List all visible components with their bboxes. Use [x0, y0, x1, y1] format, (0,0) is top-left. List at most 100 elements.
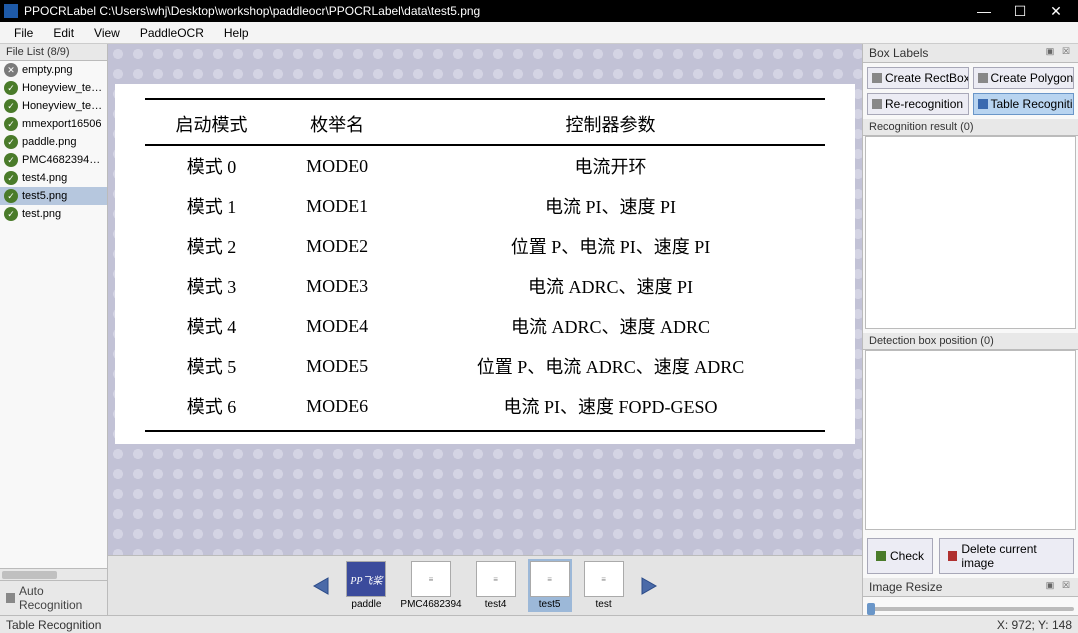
polygon-icon — [978, 73, 988, 83]
detection-position-header: Detection box position (0) — [863, 333, 1078, 350]
close-resize-icon[interactable]: ☒ — [1060, 580, 1072, 592]
file-item[interactable]: ✓ Honeyview_test3. — [0, 97, 107, 115]
next-arrow-icon[interactable] — [636, 574, 660, 598]
canvas-area[interactable]: 启动模式枚举名控制器参数模式 0MODE0电流开环模式 1MODE1电流 PI、… — [108, 44, 862, 555]
recognition-result-list[interactable] — [865, 136, 1076, 329]
thumbnail[interactable]: ≡ test5 — [528, 559, 572, 612]
file-item-label: PMC4682394_00 — [22, 154, 103, 166]
thumbnail[interactable]: ≡ PMC4682394 — [398, 559, 463, 612]
table-cell: 模式 2 — [145, 226, 278, 266]
bottom-buttons: Check Delete current image — [863, 534, 1078, 578]
menubar: File Edit View PaddleOCR Help — [0, 22, 1078, 44]
check-button[interactable]: Check — [867, 538, 933, 574]
thumbnail-image: ≡ — [411, 561, 451, 597]
thumbnail-image: PP飞桨 — [346, 561, 386, 597]
menu-view[interactable]: View — [84, 24, 130, 42]
close-panel-icon[interactable]: ☒ — [1060, 46, 1072, 58]
file-item[interactable]: ✓Honeyview_test2. — [0, 79, 107, 97]
list-icon — [6, 593, 15, 603]
detection-position-list[interactable] — [865, 350, 1076, 530]
table-cell: 位置 P、电流 ADRC、速度 ADRC — [396, 346, 825, 386]
titlebar: PPOCRLabel C:\Users\whj\Desktop\workshop… — [0, 0, 1078, 22]
create-rectbox-button[interactable]: Create RectBox — [867, 67, 969, 89]
file-item[interactable]: ✓ mmexport16506 — [0, 115, 107, 133]
file-item-label: test5.png — [22, 190, 67, 202]
table-cell: 电流 ADRC、速度 ADRC — [396, 306, 825, 346]
delete-image-button[interactable]: Delete current image — [939, 538, 1074, 574]
maximize-button[interactable]: ☐ — [1002, 0, 1038, 22]
status-check-icon: ✓ — [4, 207, 18, 221]
file-list-panel: File List (8/9) ✕empty.png✓Honeyview_tes… — [0, 44, 108, 615]
table-row: 模式 3MODE3电流 ADRC、速度 PI — [145, 266, 825, 306]
table-cell: MODE6 — [278, 386, 396, 426]
thumbnail-image: ≡ — [584, 561, 624, 597]
thumbnail-label: test5 — [539, 599, 561, 610]
status-check-icon: ✓ — [4, 81, 18, 95]
check-icon — [876, 551, 886, 561]
thumbnail[interactable]: ≡test — [582, 559, 626, 612]
status-check-icon: ✓ — [4, 117, 18, 131]
document-image: 启动模式枚举名控制器参数模式 0MODE0电流开环模式 1MODE1电流 PI、… — [115, 84, 855, 444]
table-cell: 位置 P、电流 PI、速度 PI — [396, 226, 825, 266]
table-cell: MODE5 — [278, 346, 396, 386]
file-item-label: mmexport16506 — [22, 118, 102, 130]
status-check-icon: ✓ — [4, 99, 18, 113]
file-list[interactable]: ✕empty.png✓Honeyview_test2.✓Honeyview_te… — [0, 61, 107, 568]
menu-help[interactable]: Help — [214, 24, 259, 42]
statusbar: Table Recognition X: 972; Y: 148 — [0, 615, 1078, 633]
undock-panel-icon[interactable]: ▣ — [1044, 46, 1056, 58]
table-cell: 模式 4 — [145, 306, 278, 346]
menu-file[interactable]: File — [4, 24, 43, 42]
table-recognition-button[interactable]: Table Recognition — [973, 93, 1075, 115]
table-cell: MODE0 — [278, 145, 396, 186]
menu-edit[interactable]: Edit — [43, 24, 84, 42]
status-check-icon: ✓ — [4, 153, 18, 167]
table-header-cell: 控制器参数 — [396, 104, 825, 145]
resize-slider-area — [863, 597, 1078, 615]
file-item[interactable]: ✓test.png — [0, 205, 107, 223]
file-item[interactable]: ✓ test4.png — [0, 169, 107, 187]
file-item[interactable]: ✓paddle.png — [0, 133, 107, 151]
status-table-recognition-link[interactable]: Table Recognition — [6, 618, 101, 632]
thumbnail-label: test4 — [485, 599, 507, 610]
close-button[interactable]: ✕ — [1038, 0, 1074, 22]
window-title: PPOCRLabel C:\Users\whj\Desktop\workshop… — [24, 4, 966, 18]
app-icon — [4, 4, 18, 18]
file-item[interactable]: ✕ empty.png — [0, 61, 107, 79]
cursor-coordinates: X: 972; Y: 148 — [997, 618, 1072, 632]
thumbnail-label: PMC4682394 — [400, 599, 461, 610]
slider-handle[interactable] — [867, 603, 875, 615]
table-cell: MODE1 — [278, 186, 396, 226]
status-x-icon: ✕ — [4, 63, 18, 77]
auto-rec-label: Auto Recognition — [19, 584, 101, 612]
file-list-scrollbar[interactable] — [0, 568, 107, 580]
status-check-icon: ✓ — [4, 171, 18, 185]
right-panel: Box Labels ☒ ▣ Create RectBox Create Pol… — [862, 44, 1078, 615]
table-cell: 模式 5 — [145, 346, 278, 386]
refresh-icon — [872, 99, 882, 109]
create-polygonbox-button[interactable]: Create PolygonBox — [973, 67, 1075, 89]
prev-arrow-icon[interactable] — [310, 574, 334, 598]
table-cell: 电流 ADRC、速度 PI — [396, 266, 825, 306]
box-labels-header: Box Labels ☒ ▣ — [863, 44, 1078, 63]
file-item-label: Honeyview_test3. — [22, 100, 103, 112]
resize-slider[interactable] — [867, 607, 1074, 611]
undock-resize-icon[interactable]: ▣ — [1044, 580, 1056, 592]
thumbnail[interactable]: PP飞桨paddle — [344, 559, 388, 612]
re-recognition-button[interactable]: Re-recognition — [867, 93, 969, 115]
file-item-label: empty.png — [22, 64, 73, 76]
status-check-icon: ✓ — [4, 189, 18, 203]
minimize-button[interactable]: — — [966, 0, 1002, 22]
thumbnail[interactable]: ≡ test4 — [474, 559, 518, 612]
thumbnail-image: ≡ — [530, 561, 570, 597]
menu-paddleocr[interactable]: PaddleOCR — [130, 24, 214, 42]
thumbnail-image: ≡ — [476, 561, 516, 597]
file-item[interactable]: ✓ test5.png — [0, 187, 107, 205]
auto-recognition-button[interactable]: Auto Recognition — [0, 580, 107, 615]
table-cell: 模式 0 — [145, 145, 278, 186]
status-check-icon: ✓ — [4, 135, 18, 149]
table-header-cell: 启动模式 — [145, 104, 278, 145]
table-cell: 电流 PI、速度 FOPD-GESO — [396, 386, 825, 426]
file-item[interactable]: ✓ PMC4682394_00 — [0, 151, 107, 169]
file-item-label: test4.png — [22, 172, 67, 184]
